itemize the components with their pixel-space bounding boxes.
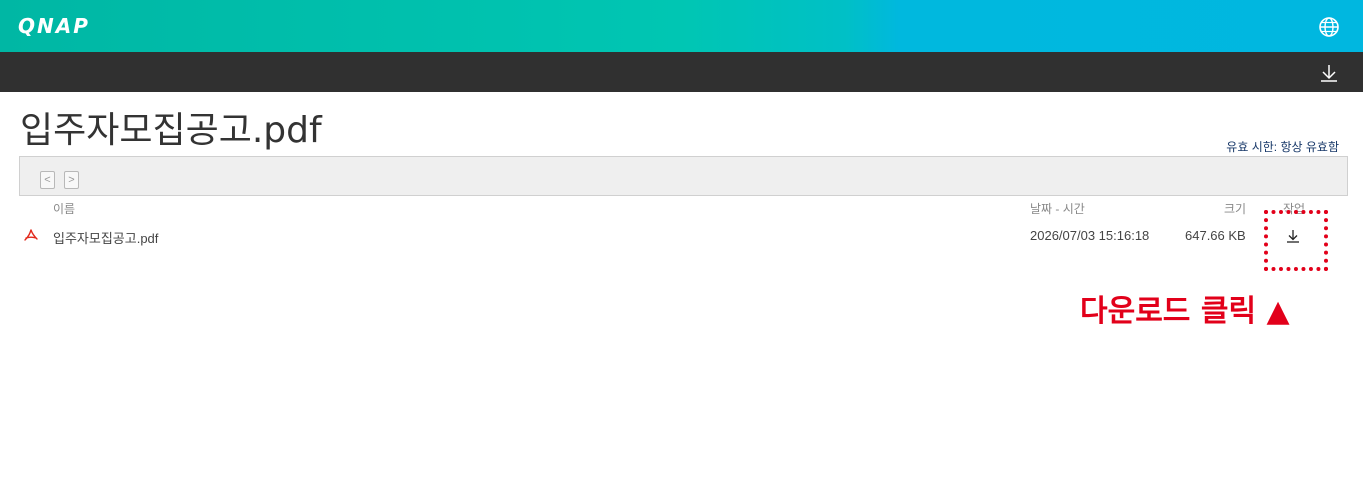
column-header-name[interactable]: 이름 [53,200,75,217]
column-header-datetime[interactable]: 날짜 - 시간 [1030,200,1085,217]
top-header-bar: QNAP [0,0,1363,52]
page-title: 입주자모집공고.pdf [20,110,322,151]
pdf-icon [24,229,38,241]
navigation-bar: < > [19,156,1348,196]
file-name-link[interactable]: 입주자모집공고.pdf [53,228,158,247]
file-size: 647.66 KB [1185,228,1246,243]
qnap-logo: QNAP [18,14,90,38]
expiry-label: 유효 시한: 항상 유효함 [1226,140,1339,154]
download-all-icon[interactable] [1318,62,1340,84]
prev-page-button[interactable]: < [40,171,55,189]
download-click-annotation: 다운로드 클릭 ▲ [1080,294,1290,329]
column-header-size[interactable]: 크기 [1224,200,1246,217]
file-datetime: 2026/07/03 15:16:18 [1030,228,1150,243]
download-icon[interactable] [1285,228,1301,244]
toolbar [0,52,1363,92]
next-page-button[interactable]: > [64,171,79,189]
globe-icon[interactable] [1318,16,1340,38]
